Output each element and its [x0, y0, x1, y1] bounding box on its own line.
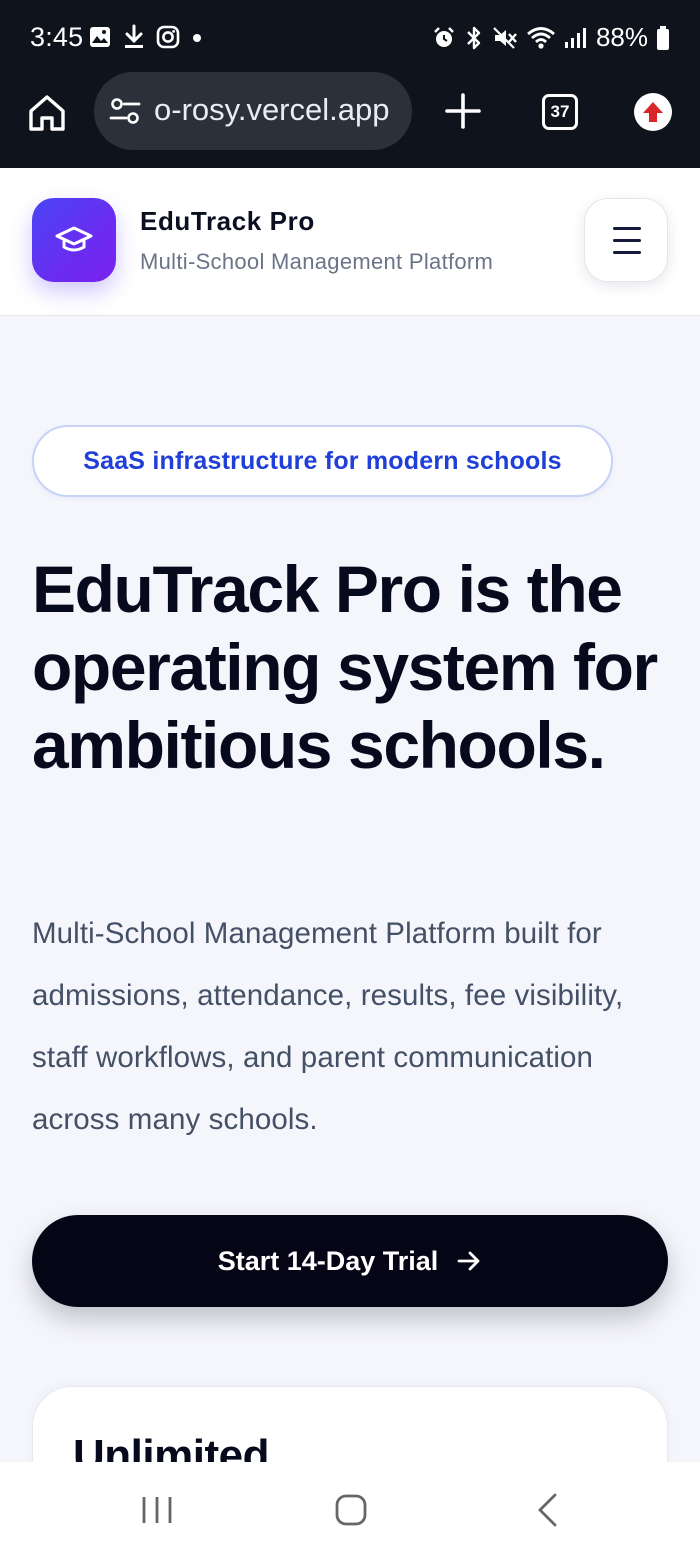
system-navigation-bar — [0, 1462, 700, 1556]
bluetooth-icon — [467, 26, 481, 49]
update-arrow-icon — [643, 102, 663, 122]
hero-description: Multi-School Management Platform built f… — [32, 917, 624, 1136]
instagram-icon — [156, 25, 180, 49]
browser-home-icon[interactable] — [26, 92, 68, 134]
menu-bar-middle — [613, 239, 641, 242]
status-bar: 3:45 88% — [0, 0, 700, 80]
back-icon[interactable] — [534, 1492, 560, 1528]
signal-icon — [564, 27, 586, 48]
download-icon — [125, 24, 143, 48]
alarm-icon — [434, 26, 454, 47]
update-button[interactable] — [634, 93, 672, 131]
tagline-badge: SaaS infrastructure for modern schools — [32, 425, 613, 497]
browser-toolbar: o-rosy.vercel.app 37 — [0, 72, 700, 168]
status-right-icons: 88% — [432, 22, 670, 53]
site-settings-icon[interactable] — [108, 94, 142, 128]
menu-bar-bottom — [613, 251, 641, 254]
brand-logo[interactable] — [32, 198, 116, 282]
mute-icon — [493, 26, 517, 49]
new-tab-icon[interactable] — [442, 90, 484, 132]
home-icon[interactable] — [334, 1493, 368, 1527]
battery-percent: 88% — [595, 22, 648, 52]
status-time: 3:45 — [30, 22, 84, 52]
recent-apps-icon[interactable] — [140, 1495, 174, 1525]
brand-name[interactable]: EduTrack Pro — [140, 206, 315, 237]
brand-subtitle: Multi-School Management Platform — [140, 249, 494, 274]
hamburger-menu-icon — [613, 227, 641, 230]
graduation-cap-icon — [55, 226, 93, 252]
wifi-icon — [527, 26, 555, 49]
start-trial-button[interactable]: Start 14-Day Trial — [32, 1215, 668, 1307]
dot-icon — [193, 34, 201, 42]
hero-title: EduTrack Pro is the operating system for… — [32, 552, 658, 782]
site-header: EduTrack Pro Multi-School Management Pla… — [0, 168, 700, 316]
cta-label: Start 14-Day Trial — [217, 1245, 439, 1276]
tab-switcher-button[interactable]: 37 — [542, 94, 578, 130]
menu-button[interactable] — [584, 198, 668, 282]
image-icon — [90, 27, 110, 47]
address-bar[interactable]: o-rosy.vercel.app — [94, 72, 412, 150]
url-text[interactable]: o-rosy.vercel.app — [154, 92, 404, 132]
battery-icon — [657, 25, 669, 50]
status-left-icons — [88, 24, 204, 50]
arrow-right-icon — [457, 1251, 480, 1271]
